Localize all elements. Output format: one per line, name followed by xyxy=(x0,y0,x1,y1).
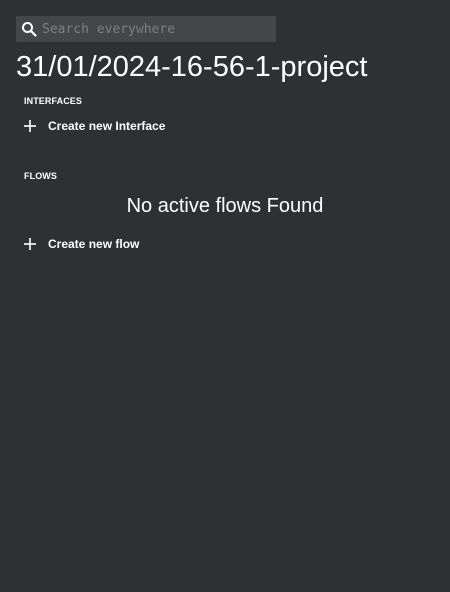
create-new-interface-label: Create new Interface xyxy=(48,119,166,133)
search-icon[interactable] xyxy=(18,18,40,40)
create-new-flow-label: Create new flow xyxy=(48,237,140,251)
search-bar[interactable] xyxy=(16,16,276,42)
page-title: 31/01/2024-16-56-1-project xyxy=(16,51,368,83)
plus-icon xyxy=(22,118,38,134)
create-new-interface-button[interactable]: Create new Interface xyxy=(22,118,165,134)
search-input[interactable] xyxy=(40,18,276,40)
empty-flows-message: No active flows Found xyxy=(126,195,324,217)
interfaces-section-label: INTERFACES xyxy=(24,96,83,106)
plus-icon xyxy=(22,236,38,252)
create-new-flow-button[interactable]: Create new flow xyxy=(22,236,139,252)
flows-section-label: FLOWS xyxy=(24,171,57,181)
